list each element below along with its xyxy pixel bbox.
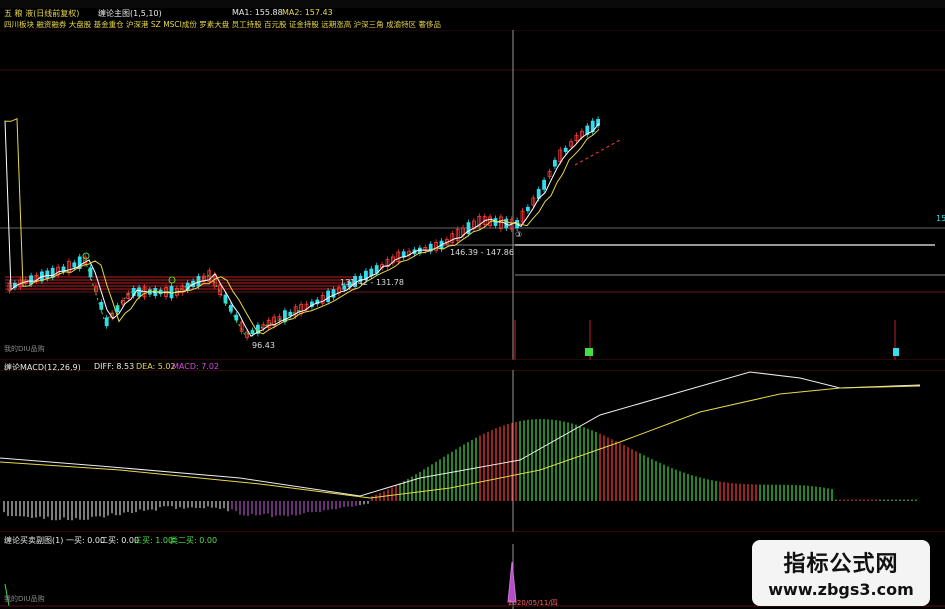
candle-body — [553, 159, 557, 167]
candlestick-chart[interactable]: 96.43 131.42 - 131.78 146.39 - 147.86③ — [0, 30, 945, 360]
signal-square-cyan — [893, 348, 899, 356]
top-strip — [0, 0, 945, 8]
stock-chart-window: 五 粮 液(日线前复权) 缠论主图(1,5,10) MA1: 155.88 MA… — [0, 0, 945, 609]
candle-body — [326, 290, 331, 303]
ma1-value: MA1: 155.88 — [232, 8, 283, 17]
buy-panel-note: 我的DIU品购 — [4, 595, 45, 603]
range-high-label: 146.39 - 147.86 — [450, 248, 514, 257]
watermark-title: 指标公式网 — [783, 552, 899, 577]
candle-body — [50, 267, 55, 278]
candle-body — [369, 268, 374, 277]
candle-body — [137, 287, 142, 297]
low-price-label: 96.43 — [252, 341, 275, 350]
candle-body — [45, 270, 50, 279]
signal-square-green — [585, 348, 593, 356]
candle-body — [542, 179, 546, 190]
candle-body — [526, 206, 530, 212]
watermark-url: www.zbgs3.com — [768, 580, 914, 599]
main-indicator-title[interactable]: 缠论主图(1,5,10) — [98, 8, 162, 19]
end-marker-label: ③ — [515, 230, 522, 239]
range-low-label: 131.42 - 131.78 — [340, 278, 404, 287]
candle-body — [234, 314, 239, 321]
buy-signal-spike — [507, 561, 517, 603]
sector-tags: 四川板块 融资融券 大盘股 基金重仓 沪深港 SZ MSCI成份 罗素大盘 员工… — [4, 20, 441, 29]
candle-body — [115, 305, 120, 313]
macd-chart[interactable] — [0, 370, 945, 532]
candle-body — [563, 147, 568, 152]
buy-circle-marker — [82, 252, 90, 260]
bi-stroke-line — [84, 259, 301, 336]
watermark-box: 指标公式网 www.zbgs3.com — [752, 540, 930, 606]
stock-name: 五 粮 液(日线前复权) — [4, 9, 80, 18]
date-label: 2020/05/11/四 — [508, 599, 558, 607]
trend-line-dashed — [574, 139, 621, 166]
candle-body — [29, 275, 34, 285]
right-axis-label: 15 — [936, 214, 945, 223]
main-panel-note: 我的DIU品购 — [4, 345, 45, 353]
candle-body — [72, 262, 77, 268]
ma2-value: MA2: 157.43 — [282, 8, 333, 17]
